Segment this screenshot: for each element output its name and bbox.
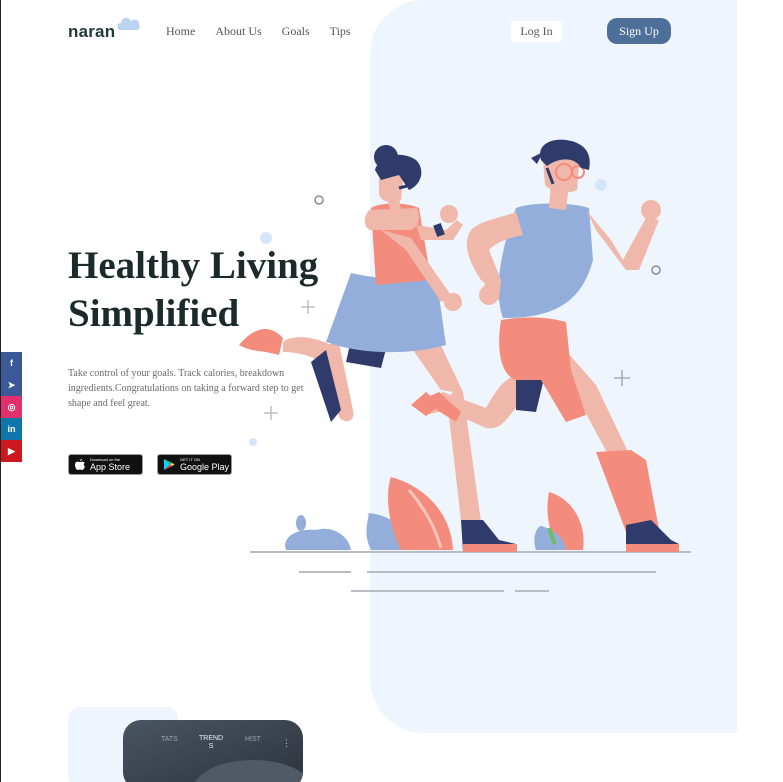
nav-about-us[interactable]: About Us (215, 24, 261, 39)
youtube-icon[interactable]: ▶ (1, 440, 22, 462)
telegram-icon[interactable]: ➤ (1, 374, 22, 396)
nav-goals[interactable]: Goals (282, 24, 310, 39)
cloud-icon (117, 17, 140, 30)
preview-tab-trends[interactable]: TREND S (199, 735, 223, 751)
preview-tab-trends-line2: S (208, 743, 214, 750)
nav-home[interactable]: Home (166, 24, 195, 39)
more-options-icon[interactable]: ⋮ (282, 738, 291, 749)
social-sidebar: f ➤ ◎ in ▶ (1, 352, 22, 462)
preview-photo (193, 760, 303, 782)
login-button[interactable]: Log In (511, 21, 562, 42)
apple-icon (75, 459, 85, 470)
linkedin-icon[interactable]: in (1, 418, 22, 440)
main-nav: Home About Us Goals Tips (166, 24, 371, 39)
brand-logo[interactable]: naran (68, 17, 148, 44)
app-store-label: App Store (90, 462, 131, 472)
preview-tab-history[interactable]: HIST (245, 736, 261, 743)
facebook-icon[interactable]: f (1, 352, 22, 374)
signup-button[interactable]: Sign Up (607, 18, 671, 44)
nav-tips[interactable]: Tips (330, 24, 351, 39)
app-store-button[interactable]: Download on the App Store (68, 454, 143, 475)
google-play-icon (164, 459, 175, 470)
preview-tab-trends-line1: TREND (199, 735, 224, 742)
preview-tab-stats[interactable]: TATS (161, 736, 178, 743)
running-couple-illustration (239, 139, 691, 592)
google-play-button[interactable]: GET IT ON Google Play (157, 454, 232, 475)
google-play-label: Google Play (180, 462, 230, 472)
headline-line-2: Simplified (68, 292, 240, 335)
brand-name: naran (68, 22, 116, 41)
instagram-icon[interactable]: ◎ (1, 396, 22, 418)
app-preview-phone: TATS TREND S HIST ⋮ (123, 720, 303, 782)
